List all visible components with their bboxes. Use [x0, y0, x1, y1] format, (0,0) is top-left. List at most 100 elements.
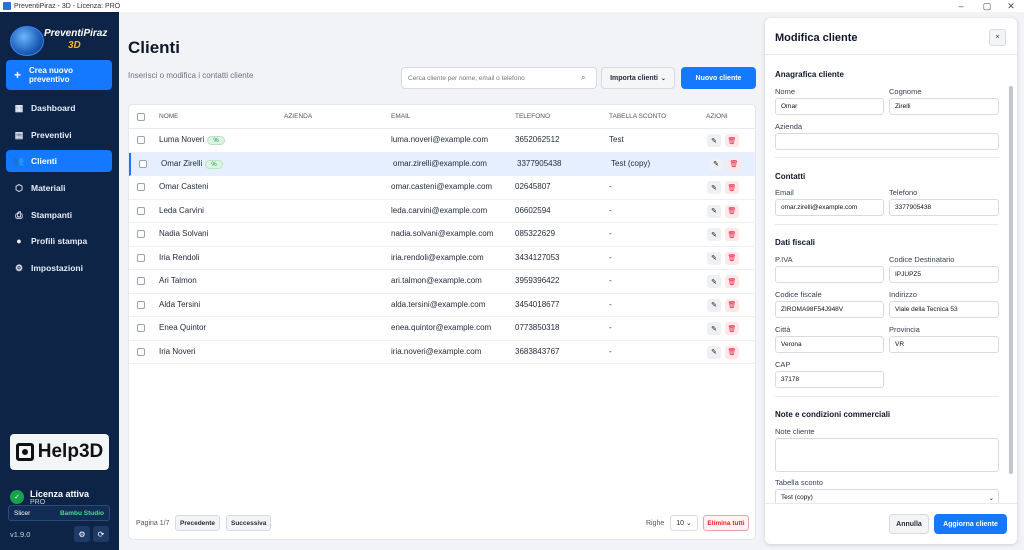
table-row[interactable]: Alda Tersini alda.tersini@example.com 3454… [129, 294, 755, 317]
cap-field[interactable]: 37178 [775, 371, 884, 388]
table-row[interactable]: Iria Rendoli iria.rendoli@example.com 3434… [129, 247, 755, 270]
delete-button[interactable]: 🗑 [725, 204, 739, 218]
edit-button[interactable]: ✎ [707, 322, 721, 335]
settings-gear-button[interactable]: ⚙ [74, 526, 90, 542]
delete-button[interactable]: 🗑 [725, 345, 739, 359]
scrollbar-thumb[interactable] [1009, 86, 1013, 474]
sidebar-item-impostazioni[interactable]: ⚙ Impostazioni [6, 257, 112, 279]
row-checkbox[interactable] [137, 136, 145, 144]
cell-nome: Leda Carvini [159, 206, 204, 215]
column-header-tabella-sconto[interactable]: TABELLA SCONTO [609, 113, 666, 120]
codice-destinatario-field[interactable]: IPJUPZ5 [889, 266, 999, 283]
row-checkbox[interactable] [137, 183, 145, 191]
edit-button[interactable]: ✎ [707, 204, 721, 218]
azienda-field[interactable] [775, 133, 999, 150]
new-quote-button[interactable]: + Crea nuovo preventivo [6, 60, 112, 90]
piva-field[interactable] [775, 266, 884, 283]
column-header-nome[interactable]: NOME [159, 113, 179, 120]
cell-telefono: 085322629 [515, 229, 556, 238]
row-checkbox[interactable] [139, 159, 147, 168]
close-icon: × [995, 34, 1000, 41]
new-client-button[interactable]: Nuovo cliente [681, 67, 756, 89]
table-row[interactable]: Leda Carvini leda.carvini@example.com 0660… [129, 200, 755, 223]
sidebar-item-label: Clienti [31, 156, 57, 166]
table-row[interactable]: Omar Zirelli% omar.zirelli@example.com 337… [129, 152, 755, 176]
indirizzo-field[interactable]: Viale della Tecnica 53 [889, 301, 999, 318]
column-header-azienda[interactable]: AZIENDA [284, 113, 312, 120]
slicer-selector[interactable]: Slicer Bambu Studio [8, 505, 110, 521]
table-row[interactable]: Ari Talmon ari.talmon@example.com 39593964… [129, 270, 755, 294]
table-row[interactable]: Enea Quintor enea.quintor@example.com 0773… [129, 317, 755, 341]
close-window-button[interactable]: ✕ [996, 0, 1024, 12]
select-all-checkbox[interactable] [137, 113, 145, 121]
sidebar-item-materiali[interactable]: ⬡ Materiali [6, 177, 112, 199]
table-row[interactable]: Omar Casteni omar.casteni@example.com 0264… [129, 176, 755, 200]
cancel-button[interactable]: Annulla [889, 514, 929, 534]
delete-all-button[interactable]: Elimina tutti [703, 515, 749, 531]
slicer-value: Bambu Studio [59, 509, 104, 517]
delete-button[interactable]: 🗑 [727, 157, 741, 171]
row-checkbox[interactable] [137, 347, 145, 356]
section-note: Note e condizioni commerciali [775, 410, 891, 419]
help3d-logo-button[interactable]: Help3D [10, 434, 109, 470]
table-row[interactable]: Nadia Solvani nadia.solvani@example.com 08… [129, 223, 755, 247]
edit-button[interactable]: ✎ [707, 134, 721, 147]
delete-button[interactable]: 🗑 [725, 134, 739, 147]
telefono-field[interactable]: 3377905438 [889, 199, 999, 216]
cell-tabella-sconto: - [609, 299, 612, 309]
codice-fiscale-field[interactable]: ZIROMA98F54J948V [775, 301, 884, 318]
email-field[interactable]: omar.zirelli@example.com [775, 199, 884, 216]
row-checkbox[interactable] [137, 253, 145, 262]
update-client-button[interactable]: Aggiorna cliente [934, 514, 1007, 534]
cell-tabella-sconto: - [609, 252, 612, 262]
table-row[interactable]: Iria Noveri iria.noveri@example.com 368384… [129, 341, 755, 364]
close-panel-button[interactable]: × [989, 29, 1006, 46]
delete-button[interactable]: 🗑 [725, 275, 739, 288]
delete-button[interactable]: 🗑 [725, 251, 739, 265]
prev-page-button[interactable]: Precedente [175, 515, 221, 531]
trash-icon: 🗑 [729, 161, 739, 168]
sidebar-item-stampanti[interactable]: ⎙ Stampanti [6, 204, 112, 226]
divider [765, 54, 1017, 55]
cell-nome: Luma Noveri% [159, 135, 225, 145]
dashboard-icon: ▦ [14, 102, 24, 113]
page-subtitle: Inserisci o modifica i contatti cliente [128, 71, 254, 80]
edit-button[interactable]: ✎ [707, 228, 721, 241]
sidebar-item-dashboard[interactable]: ▦ Dashboard [6, 97, 112, 119]
edit-button[interactable]: ✎ [707, 275, 721, 288]
column-header-email[interactable]: EMAIL [391, 113, 411, 120]
citta-field[interactable]: Verona [775, 336, 884, 353]
table-row[interactable]: Luma Noveri% luma.noveri@example.com 36520… [129, 129, 755, 153]
delete-button[interactable]: 🗑 [725, 298, 739, 312]
indirizzo-label: Indirizzo [889, 290, 917, 299]
edit-button[interactable]: ✎ [707, 181, 721, 194]
row-checkbox[interactable] [137, 206, 145, 215]
rows-per-page-select[interactable]: 10 ⌄ [670, 515, 698, 531]
note-cliente-textarea[interactable] [775, 438, 999, 472]
row-checkbox[interactable] [137, 300, 145, 309]
delete-button[interactable]: 🗑 [725, 322, 739, 335]
edit-button[interactable]: ✎ [709, 157, 723, 171]
row-checkbox[interactable] [137, 277, 145, 285]
delete-button[interactable]: 🗑 [725, 228, 739, 241]
column-header-telefono[interactable]: TELEFONO [515, 113, 550, 120]
edit-button[interactable]: ✎ [707, 345, 721, 359]
sidebar-item-preventivi[interactable]: ▤ Preventivi [6, 124, 112, 146]
rows-per-page-label: Righe [646, 520, 665, 527]
cognome-field[interactable]: Zirelli [889, 98, 999, 115]
provincia-field[interactable]: VR [889, 336, 999, 353]
import-clients-button[interactable]: Importa clienti ⌄ [601, 67, 675, 89]
search-input[interactable] [401, 67, 597, 89]
sidebar-item-profili-stampa[interactable]: ● Profili stampa [6, 230, 112, 252]
row-checkbox[interactable] [137, 324, 145, 332]
sync-button[interactable]: ⟳ [93, 526, 109, 542]
edit-button[interactable]: ✎ [707, 298, 721, 312]
panel-scrollbar[interactable] [1008, 66, 1014, 506]
nome-field[interactable]: Omar [775, 98, 884, 115]
cell-tabella-sconto: - [609, 276, 612, 285]
next-page-button[interactable]: Successiva [226, 515, 272, 531]
row-checkbox[interactable] [137, 230, 145, 238]
edit-button[interactable]: ✎ [707, 251, 721, 265]
delete-button[interactable]: 🗑 [725, 181, 739, 194]
sidebar-item-clienti[interactable]: 👥 Clienti [6, 150, 112, 172]
